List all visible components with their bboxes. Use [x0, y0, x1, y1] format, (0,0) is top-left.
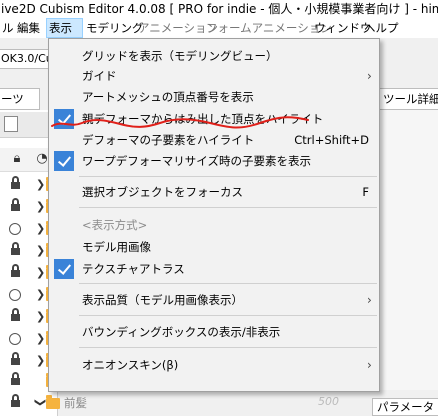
expand-arrow-icon[interactable]: ❯: [36, 288, 45, 301]
menu-view[interactable]: 表示: [46, 18, 83, 38]
menu-item-label: ワープデフォーマリサイズ時の子要素を表示: [82, 154, 311, 168]
menu-item-show-children-on-resize[interactable]: ワープデフォーマリサイズ時の子要素を表示: [49, 150, 379, 172]
menu-item-label: 親デフォーマからはみ出した頂点をハイライト: [82, 112, 324, 126]
lock-icon[interactable]: [11, 308, 20, 321]
checkmark-icon: [54, 109, 74, 129]
menu-item-label: 表示品質（モデル用画像表示）: [82, 293, 243, 307]
menu-file[interactable]: ル: [0, 18, 16, 38]
menu-item-label: ガイド: [82, 69, 117, 83]
folder-icon: [46, 395, 60, 409]
visibility-icon[interactable]: [9, 333, 21, 345]
lock-icon[interactable]: [11, 242, 20, 255]
menu-item-highlight-overflow-vertices[interactable]: 親デフォーマからはみ出した頂点をハイライト: [49, 108, 379, 130]
tab-tool-details[interactable]: ツール詳細: [378, 88, 438, 110]
menu-item-label: 選択オブジェクトをフォーカス: [82, 185, 243, 199]
expand-arrow-icon[interactable]: ❯: [36, 332, 45, 345]
lock-icon[interactable]: [11, 394, 20, 407]
expand-arrow-icon[interactable]: ❯: [36, 354, 45, 367]
lock-icon[interactable]: [11, 352, 20, 365]
menu-bar: ル 編集 表示 モデリング アニメーション フォームアニメーション ウィンドウ …: [0, 18, 438, 38]
menu-item-guide[interactable]: ガイド ›: [49, 65, 379, 87]
submenu-arrow-icon: ›: [367, 69, 372, 83]
menu-item-label: デフォーマの子要素をハイライト: [82, 133, 255, 147]
expand-arrow-icon[interactable]: ❯: [36, 244, 45, 257]
lock-icon[interactable]: [11, 264, 20, 277]
menu-item-label: モデル用画像: [82, 240, 151, 254]
menu-item-label: グリッドを表示（モデリングビュー）: [82, 49, 278, 63]
expand-arrow-icon[interactable]: ❯: [36, 178, 45, 191]
menu-item-highlight-deformer-children[interactable]: デフォーマの子要素をハイライト Ctrl+Shift+D: [49, 129, 379, 151]
menu-separator: [79, 315, 377, 316]
expand-arrow-icon[interactable]: ❯: [36, 266, 45, 279]
menu-separator: [79, 176, 377, 177]
view-menu-dropdown: グリッドを表示（モデリングビュー） ガイド › アートメッシュの頂点番号を表示 …: [48, 38, 380, 392]
lock-icon[interactable]: [11, 372, 20, 385]
visibility-icon[interactable]: [9, 223, 21, 235]
menu-item-label: テクスチャアトラス: [82, 262, 185, 276]
menu-item-shortcut: Ctrl+Shift+D: [294, 133, 369, 147]
menu-separator: [79, 207, 377, 208]
tab-parameters[interactable]: パラメータ: [372, 398, 438, 416]
lock-column-icon[interactable]: 🔒︎: [9, 151, 25, 167]
submenu-arrow-icon: ›: [367, 293, 372, 307]
expand-arrow-icon[interactable]: ❯: [36, 222, 45, 235]
menu-item-bounding-box[interactable]: バウンディングボックスの表示/非表示: [49, 321, 379, 343]
new-part-icon[interactable]: [4, 116, 18, 132]
menu-item-model-image[interactable]: モデル用画像: [49, 236, 379, 258]
menu-item-label: <表示方式>: [82, 218, 148, 232]
menu-item-onion-skin[interactable]: オニオンスキン(β) ›: [49, 354, 379, 376]
menu-item-label: バウンディングボックスの表示/非表示: [82, 325, 281, 339]
menu-item-show-vertex-numbers[interactable]: アートメッシュの頂点番号を表示: [49, 86, 379, 108]
menu-item-label: アートメッシュの頂点番号を表示: [82, 90, 254, 104]
menu-heading-display-mode: <表示方式>: [49, 214, 379, 236]
lock-icon[interactable]: [11, 198, 20, 211]
tab-parts[interactable]: ーツ: [0, 88, 40, 110]
visibility-icon[interactable]: [9, 289, 21, 301]
expand-arrow-icon[interactable]: ❯: [36, 200, 45, 213]
checkmark-icon: [54, 151, 74, 171]
tree-value: 500: [318, 395, 339, 408]
menu-item-display-quality[interactable]: 表示品質（モデル用画像表示） ›: [49, 289, 379, 311]
menu-edit[interactable]: 編集: [15, 18, 42, 38]
window-title: ive2D Cubism Editor 4.0.08 [ PRO for ind…: [0, 0, 438, 18]
menu-separator: [79, 347, 377, 348]
submenu-arrow-icon: ›: [367, 358, 372, 372]
menu-item-texture-atlas[interactable]: テクスチャアトラス: [49, 258, 379, 280]
menu-item-show-grid[interactable]: グリッドを表示（モデリングビュー）: [49, 45, 379, 67]
menu-help[interactable]: ヘルプ: [362, 18, 401, 38]
lock-icon[interactable]: [11, 176, 20, 189]
menu-separator: [79, 283, 377, 284]
checkmark-icon: [54, 259, 74, 279]
menu-item-focus-selection[interactable]: 選択オブジェクトをフォーカス F: [49, 181, 379, 203]
tree-label: 前髪: [64, 396, 87, 410]
expand-arrow-icon[interactable]: ❯: [36, 310, 45, 323]
menu-item-label: オニオンスキン(β): [82, 358, 179, 372]
menu-item-shortcut: F: [362, 185, 369, 199]
tool-details-panel: [378, 110, 438, 390]
